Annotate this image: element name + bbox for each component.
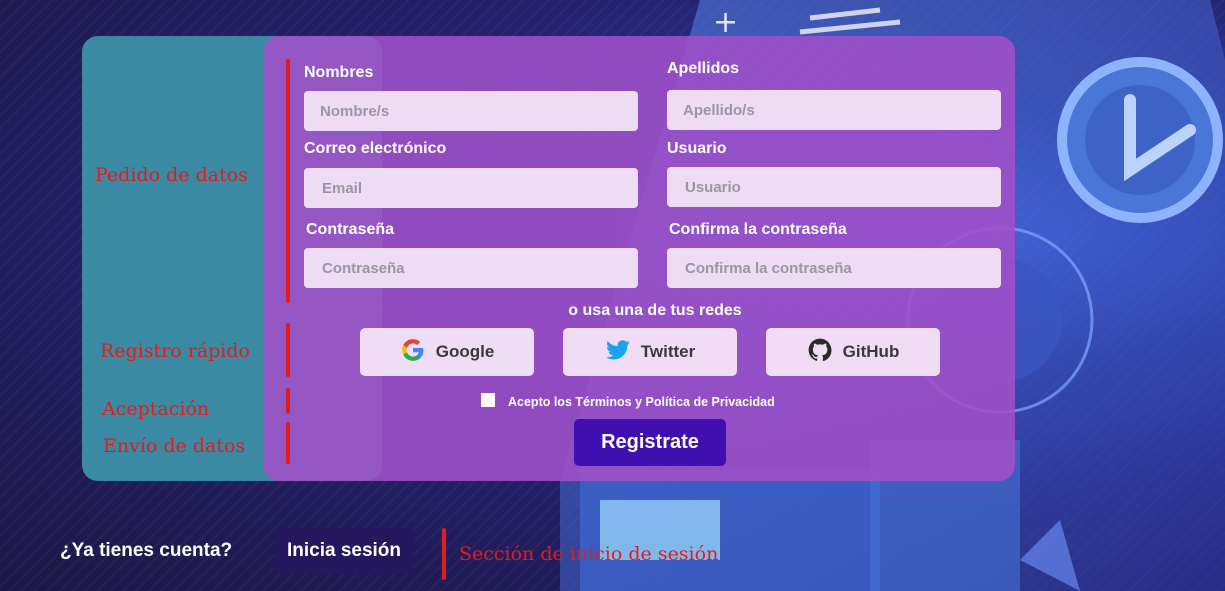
github-icon — [807, 337, 833, 368]
social-title: o usa una de tus redes — [568, 302, 742, 319]
confirm-password-label: Confirma la contraseña — [669, 221, 847, 238]
terms-checkbox[interactable] — [481, 393, 495, 407]
username-input[interactable] — [667, 167, 1001, 207]
annotation-quick-register: Registro rápido — [100, 340, 250, 362]
github-button[interactable]: GitHub — [766, 328, 940, 376]
first-name-input[interactable] — [304, 91, 638, 131]
annotation-bar-data-submit — [286, 422, 290, 464]
register-button[interactable]: Registrate — [574, 419, 726, 466]
annotation-bar-acceptance — [286, 388, 290, 414]
login-button[interactable]: Inicia sesión — [275, 528, 413, 574]
password-label: Contraseña — [306, 221, 395, 238]
svg-text:+: + — [713, 5, 738, 40]
twitter-icon — [605, 337, 631, 368]
github-button-label: GitHub — [842, 342, 900, 361]
confirm-password-input[interactable] — [667, 248, 1001, 288]
google-icon — [400, 337, 426, 368]
last-name-input[interactable] — [667, 90, 1001, 130]
annotation-bar-quick-register — [286, 323, 290, 377]
email-input[interactable] — [304, 168, 638, 208]
password-input[interactable] — [304, 248, 638, 288]
first-name-label: Nombres — [304, 64, 374, 81]
annotation-bar-login — [442, 528, 446, 580]
annotation-data-request: Pedido de datos — [95, 164, 248, 186]
google-button-label: Google — [435, 342, 495, 361]
have-account-prompt: ¿Ya tienes cuenta? — [60, 540, 233, 561]
annotation-data-submit: Envío de datos — [103, 435, 246, 457]
google-button[interactable]: Google — [360, 328, 534, 376]
email-label: Correo electrónico — [304, 140, 447, 157]
username-label: Usuario — [667, 140, 727, 157]
twitter-button[interactable]: Twitter — [563, 328, 737, 376]
annotation-login-section: Sección de inicio de sesión — [459, 543, 719, 565]
annotation-bar-data-request — [286, 59, 290, 303]
last-name-label: Apellidos — [667, 60, 740, 77]
annotation-acceptance: Aceptación — [102, 398, 210, 420]
terms-label: Acepto los Términos y Política de Privac… — [508, 395, 775, 409]
twitter-button-label: Twitter — [640, 342, 696, 361]
